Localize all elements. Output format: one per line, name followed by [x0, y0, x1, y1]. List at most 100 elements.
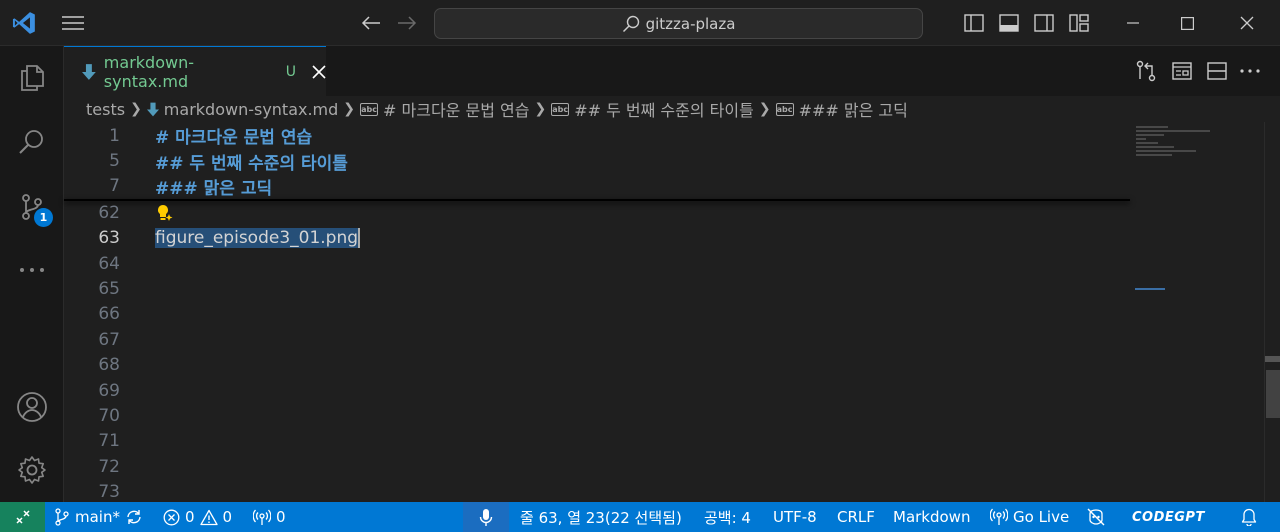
back-arrow-icon[interactable]: [356, 0, 386, 46]
breadcrumb-symbol-2[interactable]: ## 두 번째 수준의 타이틀: [574, 97, 754, 121]
title-bar: gitzza-plaza: [0, 0, 1280, 46]
go-live-button[interactable]: Go Live: [990, 502, 1069, 532]
vertical-scrollbar[interactable]: [1264, 122, 1280, 502]
breadcrumb-symbol-3[interactable]: ### 맑은 고딕: [799, 97, 908, 121]
code-line[interactable]: 72: [64, 454, 1130, 479]
encoding-status[interactable]: UTF-8: [773, 502, 817, 532]
code-line[interactable]: 71: [64, 429, 1130, 454]
close-tab-icon[interactable]: [312, 64, 326, 79]
copilot-disabled-icon[interactable]: [1086, 502, 1106, 532]
open-changes-icon[interactable]: [1132, 46, 1160, 96]
ports-status[interactable]: 0: [253, 502, 286, 532]
more-views-icon[interactable]: [0, 245, 64, 295]
source-control-badge: 1: [34, 208, 53, 227]
split-editor-icon[interactable]: [1203, 46, 1231, 96]
forward-arrow-icon[interactable]: [392, 0, 422, 46]
string-symbol-icon: abc: [551, 102, 570, 116]
line-number: 69: [98, 380, 120, 401]
line-number: 72: [98, 456, 120, 477]
minimap-selection: [1135, 288, 1165, 290]
git-branch-icon: [55, 508, 69, 526]
editor-area[interactable]: 1 # 마크다운 문법 연습 5 ## 두 번째 수준의 타이틀 7 ### 맑…: [64, 122, 1130, 502]
go-live-label: Go Live: [1013, 508, 1070, 526]
ports-count: 0: [276, 508, 286, 526]
voice-input[interactable]: [463, 502, 509, 532]
chevron-right-icon: ❯: [758, 101, 771, 117]
minimap-line: [1136, 138, 1146, 140]
close-window-icon[interactable]: [1224, 0, 1270, 46]
minimap-line: [1136, 146, 1174, 148]
code-line-active[interactable]: 63 figure_episode3_01.png: [64, 226, 1130, 251]
code-line[interactable]: 68: [64, 353, 1130, 378]
sync-icon[interactable]: [125, 508, 143, 526]
vscode-logo-icon: [8, 0, 40, 46]
breadcrumb-symbol-1[interactable]: # 마크다운 문법 연습: [383, 97, 529, 121]
line-number: 71: [98, 431, 120, 452]
accounts-icon[interactable]: [0, 382, 64, 432]
code-line[interactable]: 65: [64, 276, 1130, 301]
toggle-panel-icon[interactable]: [996, 0, 1022, 46]
code-content: figure_episode3_01.png: [155, 228, 361, 249]
minimap-line: [1136, 126, 1168, 128]
breadcrumb-folder[interactable]: tests: [86, 100, 125, 119]
scrollbar-thumb[interactable]: [1266, 370, 1280, 418]
selected-text[interactable]: figure_episode3_01.png: [155, 228, 359, 249]
branch-status[interactable]: main*: [54, 502, 143, 532]
sticky-line[interactable]: 7 ### 맑은 고딕: [64, 174, 1130, 199]
line-number: 1: [109, 125, 120, 146]
sticky-line[interactable]: 1 # 마크다운 문법 연습: [64, 123, 1130, 149]
cursor-position[interactable]: 줄 63, 열 23(22 선택됨): [520, 502, 682, 532]
language-mode[interactable]: Markdown: [893, 502, 970, 532]
problems-status[interactable]: 0 0: [163, 502, 232, 532]
toggle-primary-sidebar-icon[interactable]: [961, 0, 987, 46]
scrollbar-marker: [1265, 356, 1280, 362]
code-line[interactable]: 69: [64, 378, 1130, 403]
code-line[interactable]: 62: [64, 200, 1130, 225]
minimap-line: [1136, 154, 1172, 156]
activity-bar: 1: [0, 46, 64, 502]
breadcrumb: tests ❯ markdown-syntax.md ❯ abc # 마크다운 …: [86, 96, 908, 122]
code-line[interactable]: 66: [64, 302, 1130, 327]
search-view-icon[interactable]: [0, 117, 64, 167]
open-preview-icon[interactable]: [1168, 46, 1196, 96]
toggle-secondary-sidebar-icon[interactable]: [1031, 0, 1057, 46]
broadcast-icon: [253, 509, 271, 525]
editor-tabs-bar: markdown-syntax.md U: [64, 46, 1280, 96]
remote-indicator[interactable]: [0, 502, 45, 532]
codegpt-status[interactable]: CODEGPT: [1132, 502, 1205, 532]
tab-markdown-syntax[interactable]: markdown-syntax.md U: [64, 46, 326, 96]
line-number: 70: [98, 406, 120, 427]
minimize-icon[interactable]: [1110, 0, 1156, 46]
line-number: 66: [98, 304, 120, 325]
breadcrumb-file[interactable]: markdown-syntax.md: [164, 100, 339, 119]
lightbulb-icon[interactable]: [155, 203, 175, 223]
sticky-line[interactable]: 5 ## 두 번째 수준의 타이틀: [64, 148, 1130, 174]
menu-icon[interactable]: [56, 0, 90, 46]
indentation-status[interactable]: 공백: 4: [704, 502, 751, 532]
eol-status[interactable]: CRLF: [837, 502, 875, 532]
broadcast-icon: [990, 508, 1008, 525]
branch-name: main*: [75, 508, 120, 526]
line-number: 5: [109, 151, 120, 172]
tab-label: markdown-syntax.md: [103, 52, 194, 91]
minimap[interactable]: [1130, 122, 1266, 502]
more-actions-icon[interactable]: [1236, 46, 1264, 96]
error-count: 0: [185, 508, 195, 526]
customize-layout-icon[interactable]: [1066, 0, 1092, 46]
search-text: gitzza-plaza: [645, 14, 736, 33]
source-control-icon[interactable]: [0, 182, 64, 232]
maximize-icon[interactable]: [1164, 0, 1210, 46]
chevron-right-icon: ❯: [130, 101, 142, 117]
chevron-right-icon: ❯: [534, 101, 547, 117]
heading-text: ## 두 번째 수준의 타이틀: [155, 153, 348, 174]
code-line[interactable]: 64: [64, 251, 1130, 276]
warning-icon: [199, 509, 218, 525]
command-center-search[interactable]: gitzza-plaza: [434, 8, 923, 39]
explorer-icon[interactable]: [0, 53, 64, 103]
notifications-bell-icon[interactable]: [1241, 502, 1257, 532]
settings-gear-icon[interactable]: [0, 445, 64, 495]
code-line[interactable]: 70: [64, 403, 1130, 428]
minimap-line: [1136, 142, 1158, 144]
code-line[interactable]: 67: [64, 327, 1130, 352]
status-bar: main* 0 0 0 줄 63, 열 23(22 선택됨) 공백: 4 UTF…: [0, 502, 1280, 532]
